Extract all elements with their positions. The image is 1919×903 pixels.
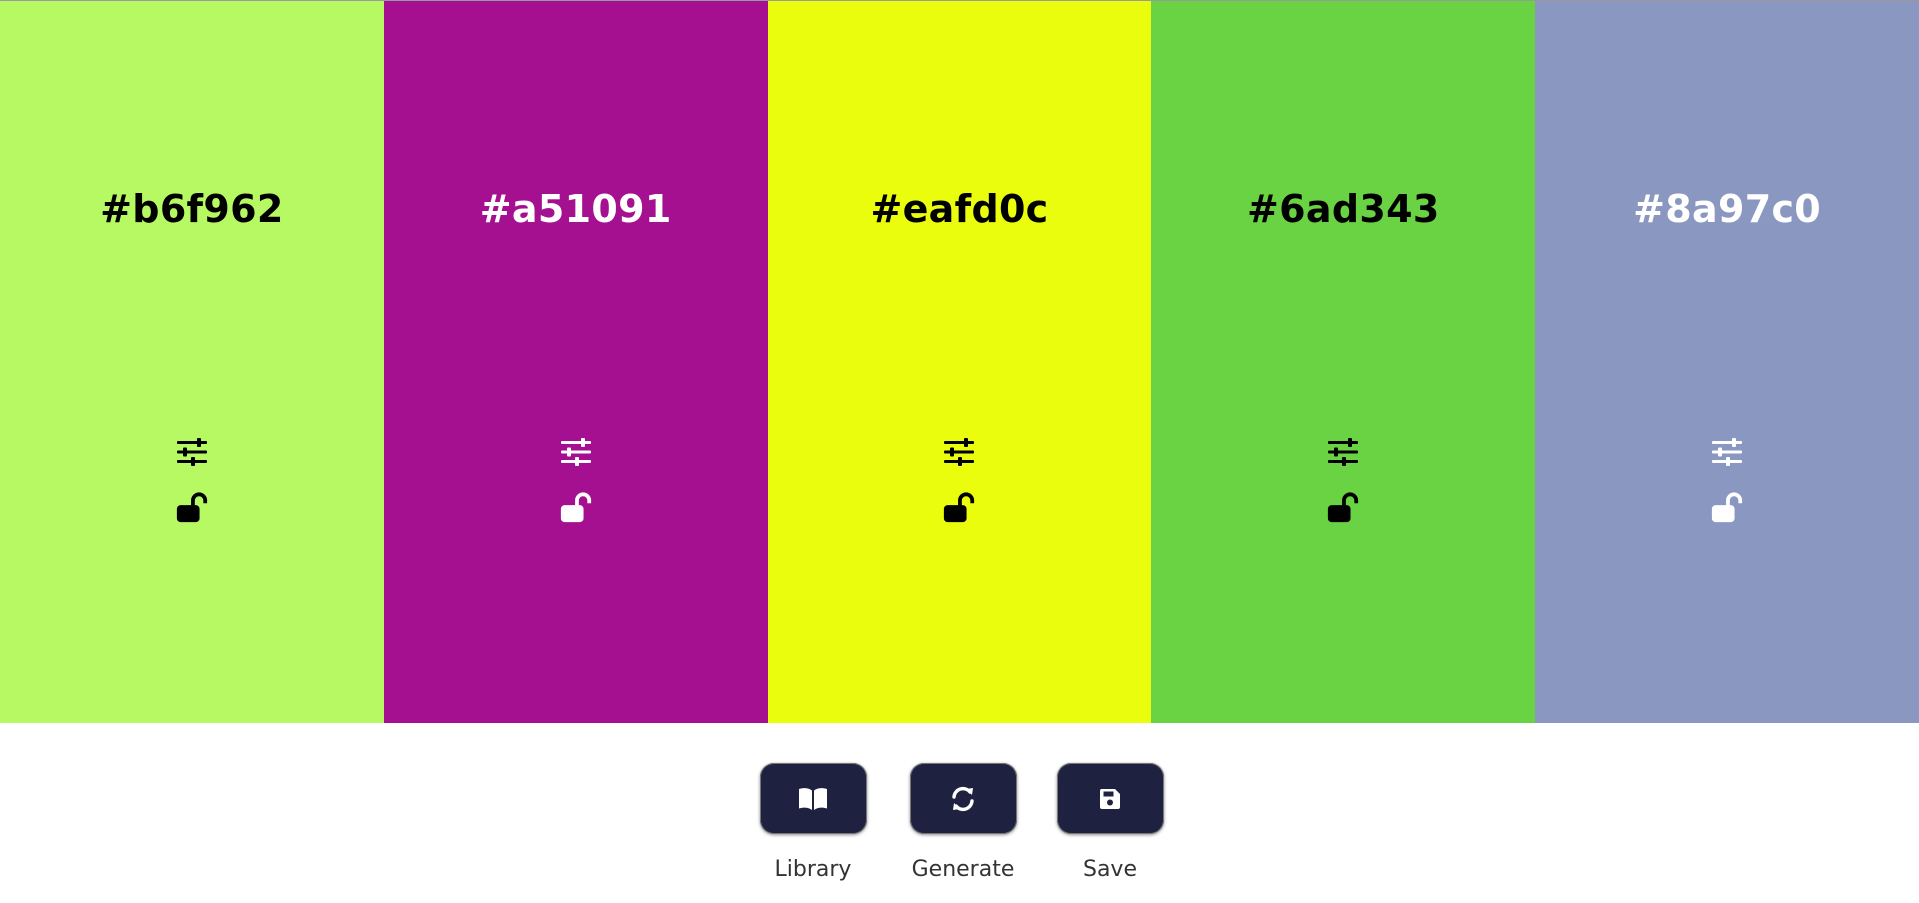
- generate-button[interactable]: [909, 763, 1017, 834]
- hex-label[interactable]: #8a97c0: [1535, 187, 1919, 231]
- color-swatch-5: #8a97c0: [1535, 1, 1919, 723]
- book-icon: [799, 787, 827, 810]
- library-label: Library: [774, 857, 852, 882]
- generate-tool: Generate: [908, 763, 1018, 882]
- color-swatch-4: #6ad343: [1151, 1, 1536, 723]
- unlock-icon[interactable]: [1326, 491, 1360, 525]
- unlock-icon[interactable]: [1710, 491, 1744, 525]
- library-tool: Library: [758, 763, 868, 882]
- library-button[interactable]: [759, 763, 867, 834]
- save-button[interactable]: [1056, 763, 1164, 834]
- palette: #b6f962 #a51091 #eafd0c #6ad343 #8a97c0: [0, 0, 1919, 723]
- unlock-icon[interactable]: [942, 491, 976, 525]
- hex-label[interactable]: #b6f962: [0, 187, 384, 231]
- color-swatch-3: #eafd0c: [767, 1, 1152, 723]
- toolbar: Library Generate Save: [0, 763, 1919, 903]
- sliders-icon[interactable]: [559, 435, 593, 469]
- unlock-icon[interactable]: [559, 491, 593, 525]
- hex-label[interactable]: #6ad343: [1151, 187, 1535, 231]
- save-label: Save: [1082, 857, 1137, 882]
- sliders-icon[interactable]: [175, 435, 209, 469]
- color-swatch-1: #b6f962: [0, 1, 384, 723]
- sliders-icon[interactable]: [1710, 435, 1744, 469]
- hex-label[interactable]: #a51091: [384, 187, 768, 231]
- refresh-icon: [952, 786, 974, 811]
- sliders-icon[interactable]: [1326, 435, 1360, 469]
- color-swatch-2: #a51091: [383, 1, 768, 723]
- hex-label[interactable]: #eafd0c: [768, 187, 1152, 231]
- generate-label: Generate: [911, 857, 1015, 882]
- sliders-icon[interactable]: [942, 435, 976, 469]
- unlock-icon[interactable]: [175, 491, 209, 525]
- floppy-disk-icon: [1099, 788, 1120, 809]
- save-tool: Save: [1055, 763, 1165, 882]
